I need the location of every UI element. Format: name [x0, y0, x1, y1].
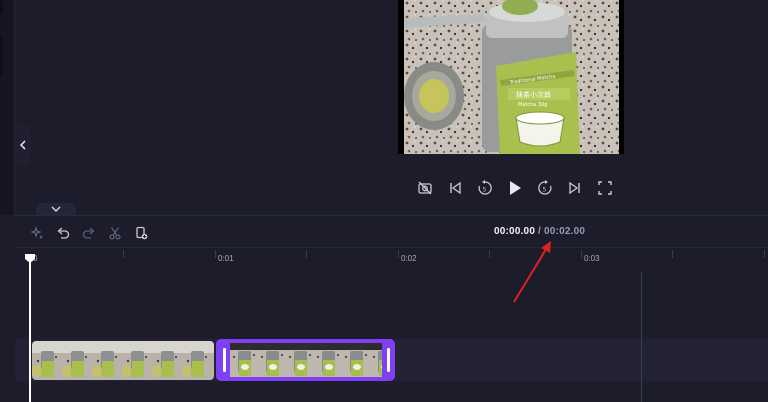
ruler-tick: [123, 250, 124, 258]
video-editor: Traditional Matcha 抹茶小次郎 Matcha 30g 5 5: [0, 0, 768, 402]
svg-text:5: 5: [483, 187, 487, 194]
ruler-tick: [215, 250, 216, 258]
undo-button[interactable]: [50, 222, 76, 244]
hide-camera-button[interactable]: [410, 175, 440, 201]
redo-icon: [82, 227, 95, 239]
timeline-end-marker: [641, 272, 642, 402]
chevron-left-icon: [19, 140, 26, 150]
clip-trim-handle-right[interactable]: [382, 341, 393, 379]
split-button[interactable]: [102, 222, 128, 244]
ruler-tick: [489, 250, 490, 258]
playhead-handle[interactable]: [24, 253, 36, 264]
clip-thumbnails: [32, 341, 214, 380]
sidebar-marker: [0, 0, 3, 14]
skip-to-start-button[interactable]: [440, 175, 470, 201]
handle-grip: [386, 348, 390, 372]
scissors-icon: [109, 227, 121, 240]
clip-trim-handle-left[interactable]: [218, 341, 230, 379]
preview-frame-image: Traditional Matcha 抹茶小次郎 Matcha 30g: [404, 0, 619, 154]
rewind-5-seconds-button[interactable]: 5: [470, 175, 500, 201]
video-clip[interactable]: [32, 341, 214, 380]
left-sidebar: [0, 0, 15, 215]
skip-to-end-button[interactable]: [560, 175, 590, 201]
ruler-tick: [581, 250, 582, 258]
selected-video-clip[interactable]: [216, 339, 395, 381]
sidebar-marker: [0, 36, 3, 76]
timeline-ruler[interactable]: 0 0:01 0:02 0:03: [15, 248, 768, 266]
forward-5-seconds-button[interactable]: 5: [530, 175, 560, 201]
skip-to-end-icon: [569, 181, 580, 195]
playback-controls: 5 5: [410, 175, 620, 201]
ruler-label: 0:01: [218, 254, 234, 263]
video-preview[interactable]: Traditional Matcha 抹茶小次郎 Matcha 30g: [398, 0, 624, 154]
fullscreen-button[interactable]: [590, 175, 620, 201]
ruler-tick: [764, 250, 765, 258]
timeline-tracks[interactable]: [15, 266, 768, 402]
collapse-panel-button[interactable]: [15, 124, 30, 166]
rewind-5s-icon: 5: [478, 180, 492, 195]
camera-off-icon: [418, 181, 432, 195]
handle-grip: [222, 348, 226, 372]
undo-icon: [57, 227, 70, 239]
fullscreen-icon: [598, 181, 612, 195]
package-text: Matcha 30g: [518, 102, 547, 108]
skip-to-start-icon: [450, 181, 461, 195]
forward-5s-icon: 5: [538, 180, 552, 195]
ruler-tick: [672, 250, 673, 258]
ruler-tick: [398, 250, 399, 258]
playhead-line[interactable]: [29, 254, 31, 402]
play-button[interactable]: [500, 175, 530, 201]
ruler-label: 0:03: [584, 254, 600, 263]
clip-thumbnails: [230, 343, 382, 377]
play-icon: [510, 181, 521, 195]
chevron-down-icon: [51, 206, 61, 213]
ruler-tick: [306, 250, 307, 258]
annotation-arrow: [513, 241, 551, 303]
duplicate-button[interactable]: [128, 222, 154, 244]
timeline-toolbar: [24, 222, 154, 244]
magic-wand-icon: [30, 226, 43, 239]
duplicate-icon: [136, 226, 148, 240]
svg-text:5: 5: [543, 187, 547, 194]
panel-divider: [15, 215, 768, 216]
package-text: 抹茶小次郎: [516, 90, 551, 99]
enhance-button[interactable]: [24, 222, 50, 244]
ruler-label: 0:02: [401, 254, 417, 263]
redo-button[interactable]: [76, 222, 102, 244]
